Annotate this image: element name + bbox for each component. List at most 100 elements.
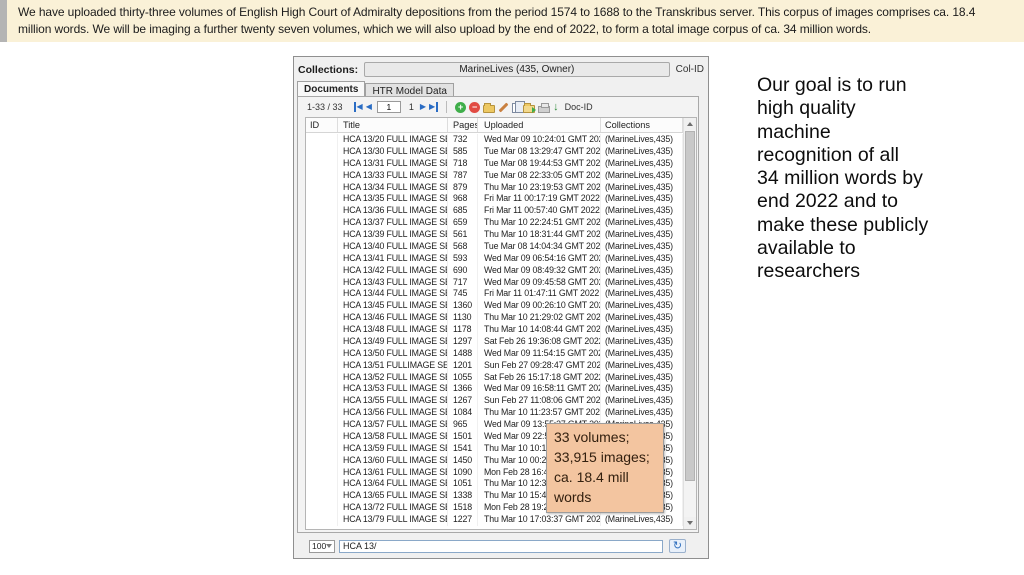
- cell-pages: 717: [448, 277, 478, 289]
- column-header-title[interactable]: Title: [338, 118, 448, 132]
- table-row[interactable]: HCA 13/34 FULL IMAGE SET 879 Thu Mar 10 …: [306, 182, 683, 194]
- tab-documents[interactable]: Documents: [297, 81, 365, 97]
- table-row[interactable]: HCA 13/31 FULL IMAGE SET 718 Tue Mar 08 …: [306, 158, 683, 170]
- table-row[interactable]: HCA 13/46 FULL IMAGE SET 1130 Thu Mar 10…: [306, 312, 683, 324]
- cell-title: HCA 13/49 FULL IMAGE SET: [338, 336, 448, 348]
- cell-pages: 1297: [448, 336, 478, 348]
- cell-pages: 1518: [448, 502, 478, 514]
- cell-collections: (MarineLives,435): [601, 229, 683, 241]
- column-header-collections[interactable]: Collections: [601, 118, 683, 132]
- last-page-icon[interactable]: ▶: [429, 102, 438, 112]
- cell-id: [306, 277, 338, 289]
- cell-pages: 879: [448, 182, 478, 194]
- refresh-button[interactable]: ↻: [669, 539, 686, 553]
- table-row[interactable]: HCA 13/48 FULL IMAGE SET 1178 Thu Mar 10…: [306, 324, 683, 336]
- table-row[interactable]: HCA 13/53 FULL IMAGE SET 1366 Wed Mar 09…: [306, 383, 683, 395]
- page-total-label: 1: [409, 102, 414, 112]
- cell-title: HCA 13/52 FULL IMAGE SET: [338, 372, 448, 384]
- tab-htr-model-data[interactable]: HTR Model Data: [365, 83, 453, 97]
- filter-input[interactable]: [339, 540, 663, 553]
- table-row[interactable]: HCA 13/52 FULL IMAGE SET 1055 Sat Feb 26…: [306, 372, 683, 384]
- tabs-row: Documents HTR Model Data: [297, 80, 454, 97]
- cell-title: HCA 13/59 FULL IMAGE SET: [338, 443, 448, 455]
- cell-title: HCA 13/46 FULL IMAGE SET: [338, 312, 448, 324]
- cell-collections: (MarineLives,435): [601, 514, 683, 526]
- cell-title: HCA 13/43 FULL IMAGE SET: [338, 277, 448, 289]
- cell-title: HCA 13/53 FULL IMAGE SET: [338, 383, 448, 395]
- table-row[interactable]: HCA 13/37 FULL IMAGE SET 659 Thu Mar 10 …: [306, 217, 683, 229]
- cell-pages: 1541: [448, 443, 478, 455]
- previous-page-icon[interactable]: ◀: [366, 102, 372, 112]
- table-row[interactable]: HCA 13/56 FULL IMAGE SET 1084 Thu Mar 10…: [306, 407, 683, 419]
- column-header-uploaded[interactable]: Uploaded: [478, 118, 601, 132]
- scroll-down-icon[interactable]: [684, 517, 696, 529]
- table-row[interactable]: HCA 13/44 FULL IMAGE SET 745 Fri Mar 11 …: [306, 288, 683, 300]
- cell-title: HCA 13/40 FULL IMAGE SET: [338, 241, 448, 253]
- add-document-icon[interactable]: +: [455, 102, 466, 113]
- cell-pages: 593: [448, 253, 478, 265]
- table-row[interactable]: HCA 13/51 FULLIMAGE SET 1201 Sun Feb 27 …: [306, 360, 683, 372]
- table-row[interactable]: HCA 13/50 FULL IMAGE SET 1488 Wed Mar 09…: [306, 348, 683, 360]
- cell-id: [306, 146, 338, 158]
- download-icon[interactable]: ↓: [553, 101, 559, 114]
- table-row[interactable]: HCA 13/39 FULL IMAGE SET 561 Thu Mar 10 …: [306, 229, 683, 241]
- cell-uploaded: Fri Mar 11 01:47:11 GMT 2022: [478, 288, 601, 300]
- goal-text-line: high quality: [757, 97, 972, 120]
- cell-pages: 1084: [448, 407, 478, 419]
- cell-collections: (MarineLives,435): [601, 360, 683, 372]
- table-scrollbar: [683, 118, 696, 529]
- cell-uploaded: Wed Mar 09 16:58:11 GMT 2022: [478, 383, 601, 395]
- table-row[interactable]: HCA 13/79 FULL IMAGE SET 1227 Thu Mar 10…: [306, 514, 683, 526]
- chevron-down-icon: [326, 544, 332, 548]
- cell-title: HCA 13/56 FULL IMAGE SET: [338, 407, 448, 419]
- cell-title: HCA 13/37 FULL IMAGE SET: [338, 217, 448, 229]
- scrollbar-thumb[interactable]: [685, 131, 695, 481]
- page-number-input[interactable]: [377, 101, 401, 113]
- goal-text-line: end 2022 and to: [757, 190, 972, 213]
- collections-row: Collections: MarineLives (435, Owner) Co…: [298, 61, 704, 78]
- table-row[interactable]: HCA 13/20 FULL IMAGE SET 732 Wed Mar 09 …: [306, 134, 683, 146]
- cell-id: [306, 265, 338, 277]
- cell-pages: 1201: [448, 360, 478, 372]
- cell-id: [306, 360, 338, 372]
- table-row[interactable]: HCA 13/35 FULL IMAGE SET 968 Fri Mar 11 …: [306, 193, 683, 205]
- edit-icon[interactable]: [499, 103, 509, 113]
- cell-collections: (MarineLives,435): [601, 277, 683, 289]
- table-row[interactable]: HCA 13/42 FULL IMAGE SET 690 Wed Mar 09 …: [306, 265, 683, 277]
- collections-selector[interactable]: MarineLives (435, Owner): [364, 62, 670, 77]
- table-row[interactable]: HCA 13/30 FULL IMAGE SET 585 Tue Mar 08 …: [306, 146, 683, 158]
- duplicate-icon[interactable]: [512, 103, 520, 113]
- open-folder-icon[interactable]: [523, 105, 535, 113]
- first-page-icon[interactable]: ◀: [354, 102, 363, 112]
- cell-pages: 718: [448, 158, 478, 170]
- remove-document-icon[interactable]: −: [469, 102, 480, 113]
- banner-line-1: We have uploaded thirty-three volumes of…: [18, 4, 1018, 21]
- cell-title: HCA 13/35 FULL IMAGE SET: [338, 193, 448, 205]
- table-row[interactable]: HCA 13/45 FULL IMAGE SET 1360 Wed Mar 09…: [306, 300, 683, 312]
- cell-id: [306, 443, 338, 455]
- column-header-id[interactable]: ID: [306, 118, 338, 132]
- folder-icon[interactable]: [483, 105, 495, 113]
- cell-title: HCA 13/33 FULL IMAGE SET: [338, 170, 448, 182]
- cell-id: [306, 383, 338, 395]
- table-row[interactable]: HCA 13/43 FULL IMAGE SET 717 Wed Mar 09 …: [306, 277, 683, 289]
- print-icon[interactable]: [538, 106, 550, 113]
- column-header-pages[interactable]: Pages: [448, 118, 478, 132]
- next-page-icon[interactable]: ▶: [420, 102, 426, 112]
- cell-uploaded: Thu Mar 10 18:31:44 GMT 2022: [478, 229, 601, 241]
- cell-collections: (MarineLives,435): [601, 205, 683, 217]
- scroll-up-icon[interactable]: [684, 118, 696, 130]
- table-row[interactable]: HCA 13/33 FULL IMAGE SET 787 Tue Mar 08 …: [306, 170, 683, 182]
- table-row[interactable]: HCA 13/36 FULL IMAGE SET 685 Fri Mar 11 …: [306, 205, 683, 217]
- cell-pages: 1051: [448, 478, 478, 490]
- table-row[interactable]: HCA 13/55 FULL IMAGE SET 1267 Sun Feb 27…: [306, 395, 683, 407]
- table-row[interactable]: HCA 13/41 FULL IMAGE SET 593 Wed Mar 09 …: [306, 253, 683, 265]
- page-size-select[interactable]: 100: [309, 540, 335, 553]
- table-row[interactable]: HCA 13/40 FULL IMAGE SET 568 Tue Mar 08 …: [306, 241, 683, 253]
- cell-uploaded: Fri Mar 11 00:57:40 GMT 2022: [478, 205, 601, 217]
- callout-line: 33,915 images;: [554, 447, 656, 467]
- documents-toolbar: 1-33 / 33 ◀ ◀ 1 ▶ ▶ + − ↓ Doc-ID: [300, 99, 696, 115]
- table-row[interactable]: HCA 13/49 FULL IMAGE SET 1297 Sat Feb 26…: [306, 336, 683, 348]
- goal-text: Our goal is to run high quality machine …: [757, 74, 972, 284]
- cell-uploaded: Tue Mar 08 14:04:34 GMT 2022: [478, 241, 601, 253]
